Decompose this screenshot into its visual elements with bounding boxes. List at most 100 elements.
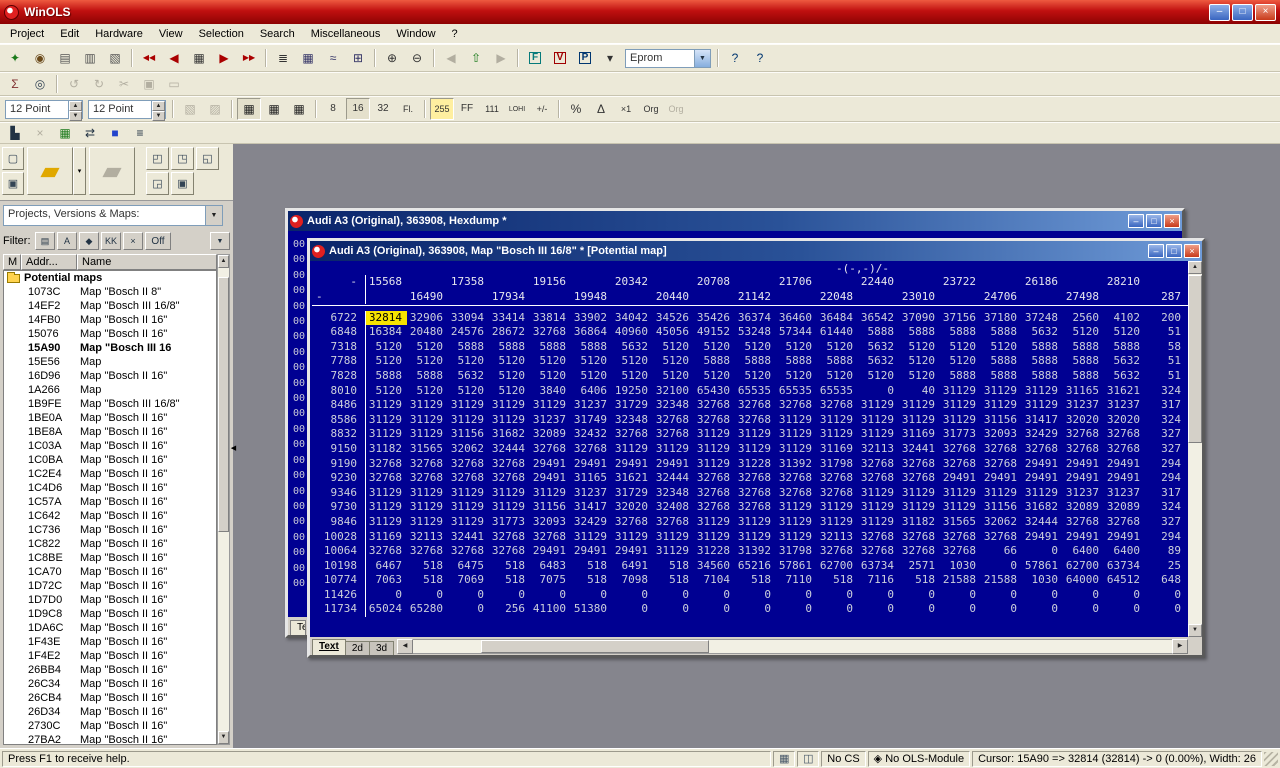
map-cell[interactable]: 648 bbox=[1145, 573, 1186, 588]
map-cell[interactable]: 31237 bbox=[1063, 486, 1104, 501]
map-cell[interactable]: 31228 bbox=[694, 544, 735, 559]
map-cell[interactable]: 65535 bbox=[735, 384, 776, 399]
map-cell[interactable]: 29491 bbox=[1104, 457, 1145, 472]
folder-up-icon[interactable]: ⇧ bbox=[464, 46, 488, 70]
map-cell[interactable]: 32348 bbox=[612, 413, 653, 428]
map-cell[interactable]: 31156 bbox=[530, 500, 571, 515]
map-cell[interactable]: 31129 bbox=[694, 530, 735, 545]
map-cell[interactable]: 0 bbox=[407, 588, 448, 603]
map-cell[interactable]: 5120 bbox=[489, 369, 530, 384]
map-cell[interactable]: 31417 bbox=[571, 500, 612, 515]
map-cell[interactable]: 31129 bbox=[735, 442, 776, 457]
map-window-icon[interactable]: ■ bbox=[103, 122, 127, 144]
delta-icon[interactable]: Δ bbox=[589, 98, 613, 120]
map-cell[interactable]: 2560 bbox=[1063, 311, 1104, 326]
map-cell[interactable]: 32768 bbox=[899, 544, 940, 559]
map-cell[interactable]: 32768 bbox=[817, 471, 858, 486]
column-header[interactable]: Addr... bbox=[21, 254, 77, 270]
map-cell[interactable]: 31129 bbox=[817, 427, 858, 442]
column-header[interactable]: Name bbox=[77, 254, 217, 270]
map-cell[interactable]: 31621 bbox=[612, 471, 653, 486]
map-cell[interactable]: 200 bbox=[1145, 311, 1186, 326]
map-cell[interactable]: 31129 bbox=[694, 515, 735, 530]
list-scrollbar[interactable]: ▲ ▼ bbox=[217, 254, 230, 745]
resize-grip[interactable] bbox=[1264, 752, 1278, 766]
map-cell[interactable]: 5120 bbox=[489, 354, 530, 369]
map-cell[interactable]: 32768 bbox=[448, 544, 489, 559]
map-cell[interactable]: 31129 bbox=[940, 413, 981, 428]
map-cell[interactable]: 518 bbox=[817, 573, 858, 588]
map-cell[interactable]: 31129 bbox=[776, 413, 817, 428]
eprom-combo[interactable]: Eprom▼ bbox=[625, 49, 711, 68]
map-cell[interactable]: 0 bbox=[489, 588, 530, 603]
map-cell[interactable]: 5888 bbox=[694, 354, 735, 369]
list-item[interactable]: 16D96Map "Bosch II 16" bbox=[4, 369, 216, 383]
map-cell[interactable]: 32768 bbox=[1104, 515, 1145, 530]
map-cell[interactable]: 32768 bbox=[1063, 427, 1104, 442]
map-cell[interactable]: 317 bbox=[1145, 486, 1186, 501]
map-cell[interactable]: 31129 bbox=[448, 500, 489, 515]
map-cell[interactable]: 28672 bbox=[489, 325, 530, 340]
map-cell[interactable]: 31129 bbox=[489, 398, 530, 413]
map-cell[interactable]: 31129 bbox=[571, 530, 612, 545]
scroll-up-icon[interactable]: ▲ bbox=[218, 255, 229, 268]
map-cell[interactable]: 40960 bbox=[612, 325, 653, 340]
map-cell[interactable]: 5888 bbox=[981, 325, 1022, 340]
map-cell[interactable]: 5888 bbox=[981, 354, 1022, 369]
map-cell[interactable]: 31749 bbox=[571, 413, 612, 428]
2d-view-icon[interactable]: ≈ bbox=[321, 46, 345, 70]
map-restore-button[interactable]: □ bbox=[1166, 244, 1182, 258]
3d-view-icon[interactable]: ⊞ bbox=[346, 46, 370, 70]
map-cell[interactable]: 31129 bbox=[366, 413, 407, 428]
sidebar-collapse-handle[interactable]: ◀ bbox=[229, 438, 238, 460]
map-cell[interactable]: 31129 bbox=[407, 413, 448, 428]
map-cell[interactable]: 29491 bbox=[612, 544, 653, 559]
menu-item[interactable]: Project bbox=[2, 26, 52, 42]
map-cell[interactable]: 0 bbox=[1022, 544, 1063, 559]
filter-clear-icon[interactable]: × bbox=[123, 232, 143, 250]
map-cell[interactable]: 31129 bbox=[448, 413, 489, 428]
map-cell[interactable]: 294 bbox=[1145, 471, 1186, 486]
map-cell[interactable]: 31129 bbox=[612, 530, 653, 545]
map-cell[interactable]: 32768 bbox=[448, 457, 489, 472]
map-cell[interactable]: 32768 bbox=[366, 544, 407, 559]
scroll-down-icon[interactable]: ▼ bbox=[218, 731, 229, 744]
map-cell[interactable]: 5888 bbox=[1104, 340, 1145, 355]
map-cell[interactable]: 5632 bbox=[858, 354, 899, 369]
compare-version-icon[interactable]: ▨ bbox=[203, 98, 227, 120]
map-cell[interactable]: 5888 bbox=[735, 354, 776, 369]
map-cell[interactable]: 5888 bbox=[981, 369, 1022, 384]
map-cell[interactable]: 31729 bbox=[612, 398, 653, 413]
map-cell[interactable]: 5888 bbox=[530, 340, 571, 355]
map-axes-icon[interactable]: ⇄ bbox=[78, 122, 102, 144]
map-hscrollbar[interactable]: ◀ ▶ bbox=[397, 638, 1188, 654]
map-cell[interactable]: 31129 bbox=[899, 486, 940, 501]
open-button[interactable]: ▰ bbox=[27, 147, 73, 195]
map-cell[interactable]: 32429 bbox=[571, 515, 612, 530]
map-cell[interactable]: 31129 bbox=[899, 413, 940, 428]
map-cell[interactable]: 31129 bbox=[366, 427, 407, 442]
map-cell[interactable]: 31129 bbox=[817, 500, 858, 515]
list-item[interactable]: 1D72CMap "Bosch II 16" bbox=[4, 579, 216, 593]
map-cell[interactable]: 324 bbox=[1145, 500, 1186, 515]
map-cell[interactable]: 51 bbox=[1145, 325, 1186, 340]
map-cell[interactable]: 33094 bbox=[448, 311, 489, 326]
map-cell[interactable]: 294 bbox=[1145, 457, 1186, 472]
map-cell[interactable]: 31156 bbox=[981, 500, 1022, 515]
original-version-icon[interactable]: ▧ bbox=[178, 98, 202, 120]
map-cell[interactable]: 32100 bbox=[653, 384, 694, 399]
map-cell[interactable]: 31621 bbox=[1104, 384, 1145, 399]
map-cell[interactable]: 32089 bbox=[530, 427, 571, 442]
map-cell[interactable]: 6483 bbox=[530, 559, 571, 574]
map-cell[interactable]: 64000 bbox=[1063, 573, 1104, 588]
map-cell[interactable]: 5120 bbox=[571, 369, 612, 384]
map-cell[interactable]: 327 bbox=[1145, 442, 1186, 457]
map-cell[interactable]: 32020 bbox=[612, 500, 653, 515]
map-cell[interactable]: 0 bbox=[940, 602, 981, 617]
map-cell[interactable]: 5120 bbox=[407, 354, 448, 369]
print-icon[interactable]: ▤ bbox=[53, 46, 77, 70]
map-cell[interactable]: 32444 bbox=[653, 471, 694, 486]
map-cell[interactable]: 31129 bbox=[858, 486, 899, 501]
map-cell[interactable]: 324 bbox=[1145, 413, 1186, 428]
map-cell[interactable]: 0 bbox=[817, 588, 858, 603]
